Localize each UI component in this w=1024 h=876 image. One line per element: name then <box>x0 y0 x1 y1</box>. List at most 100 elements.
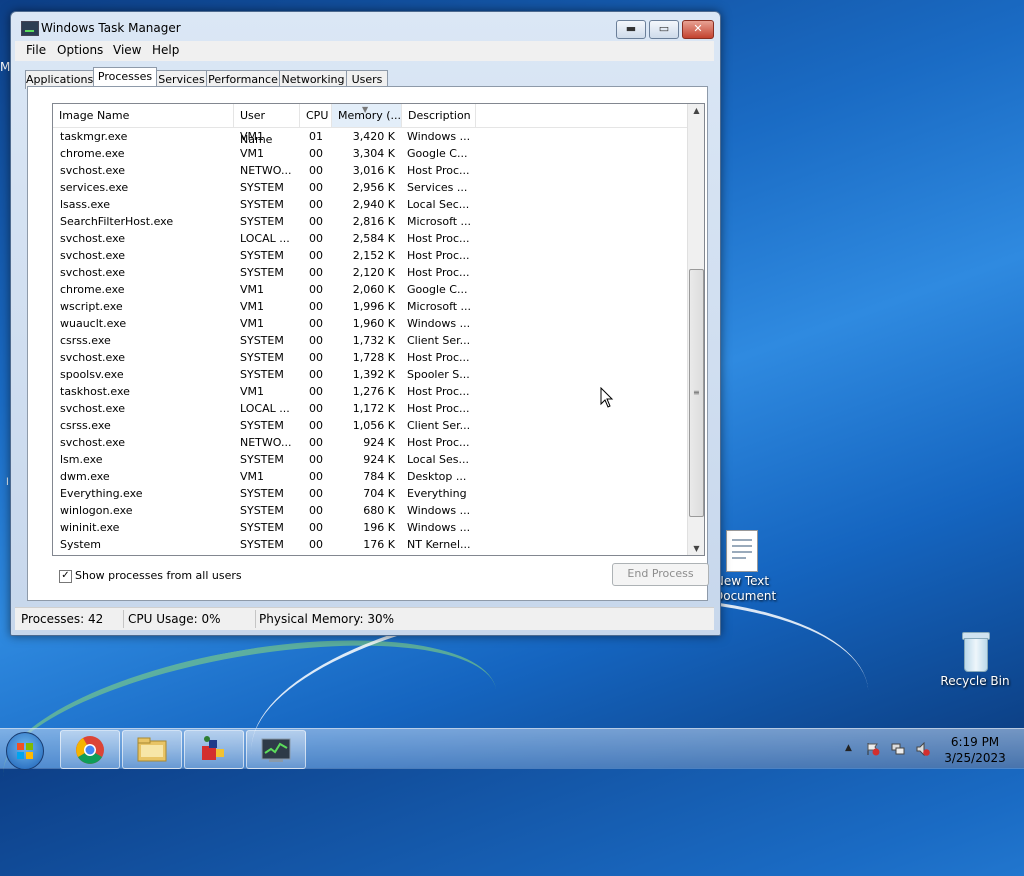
scroll-up-arrow-icon[interactable]: ▲ <box>688 106 704 115</box>
process-memory: 3,304 K <box>352 147 395 160</box>
menu-options[interactable]: Options <box>57 43 103 57</box>
minimize-button[interactable]: ▬ <box>616 20 646 39</box>
table-row[interactable]: chrome.exe VM1 00 2,060 K Google C... <box>53 281 687 298</box>
process-user-name: SYSTEM <box>240 419 284 432</box>
process-memory: 784 K <box>363 470 395 483</box>
menu-view[interactable]: View <box>113 43 141 57</box>
table-row[interactable]: wscript.exe VM1 00 1,996 K Microsoft ... <box>53 298 687 315</box>
scroll-thumb[interactable]: ≡ <box>689 269 704 517</box>
table-row[interactable]: csrss.exe SYSTEM 00 1,056 K Client Ser... <box>53 417 687 434</box>
process-memory: 1,056 K <box>352 419 395 432</box>
table-row[interactable]: SearchFilterHost.exe SYSTEM 00 2,816 K Micro… <box>53 213 687 230</box>
process-memory: 2,152 K <box>352 249 395 262</box>
action-center-flag-icon[interactable] <box>866 742 880 756</box>
table-row[interactable]: svchost.exe SYSTEM 00 2,120 K Host Proc... <box>53 264 687 281</box>
table-row[interactable]: services.exe SYSTEM 00 2,956 K Services ... <box>53 179 687 196</box>
table-row[interactable]: chrome.exe VM1 00 3,304 K Google C... <box>53 145 687 162</box>
taskbar-explorer[interactable] <box>122 730 182 769</box>
process-image-name: wininit.exe <box>60 521 120 534</box>
table-row[interactable]: dwm.exe VM1 00 784 K Desktop ... <box>53 468 687 485</box>
process-list[interactable]: Image Name User Name CPU ▼ Memory (... D… <box>52 103 705 556</box>
process-rows: taskmgr.exe VM1 01 3,420 K Windows ... chrome… <box>53 128 687 553</box>
table-row[interactable]: svchost.exe NETWO... 00 924 K Host Proc... <box>53 434 687 451</box>
process-user-name: LOCAL ... <box>240 402 290 415</box>
process-cpu: 00 <box>309 232 323 245</box>
table-row[interactable]: svchost.exe SYSTEM 00 2,152 K Host Proc... <box>53 247 687 264</box>
column-cpu[interactable]: CPU <box>300 104 332 127</box>
process-cpu: 01 <box>309 130 323 143</box>
process-image-name: csrss.exe <box>60 334 111 347</box>
status-cpu-usage: CPU Usage: 0% <box>128 612 221 626</box>
process-description: Host Proc... <box>407 249 470 262</box>
process-description: Host Proc... <box>407 232 470 245</box>
process-user-name: SYSTEM <box>240 266 284 279</box>
table-row[interactable]: svchost.exe LOCAL ... 00 2,584 K Host Proc..… <box>53 230 687 247</box>
process-cpu: 00 <box>309 487 323 500</box>
table-row[interactable]: System SYSTEM 00 176 K NT Kernel... <box>53 536 687 553</box>
process-image-name: chrome.exe <box>60 147 125 160</box>
list-header: Image Name User Name CPU ▼ Memory (... D… <box>53 104 687 146</box>
tray-show-hidden-icons[interactable]: ▲ <box>845 743 852 753</box>
table-row[interactable]: Everything.exe SYSTEM 00 704 K Everything <box>53 485 687 502</box>
column-memory-label: Memory (... <box>338 109 402 122</box>
process-user-name: SYSTEM <box>240 181 284 194</box>
recycle-bin-icon <box>960 632 990 672</box>
status-divider <box>255 610 256 628</box>
table-row[interactable]: wininit.exe SYSTEM 00 196 K Windows ... <box>53 519 687 536</box>
process-user-name: VM1 <box>240 130 265 143</box>
taskbar-task-manager[interactable] <box>246 730 306 769</box>
process-user-name: SYSTEM <box>240 538 284 551</box>
show-all-users-checkbox[interactable]: ✓ <box>59 570 72 583</box>
column-description[interactable]: Description <box>402 104 476 127</box>
task-manager-icon <box>261 738 291 762</box>
task-manager-window[interactable]: Windows Task Manager ▬ ▭ ✕ File Options … <box>10 11 721 636</box>
title-bar[interactable]: Windows Task Manager ▬ ▭ ✕ <box>11 12 720 42</box>
network-icon[interactable] <box>891 742 905 756</box>
process-user-name: VM1 <box>240 147 265 160</box>
status-divider <box>123 610 124 628</box>
column-image-name[interactable]: Image Name <box>53 104 234 127</box>
process-cpu: 00 <box>309 147 323 160</box>
menu-help[interactable]: Help <box>152 43 179 57</box>
process-cpu: 00 <box>309 385 323 398</box>
table-row[interactable]: taskmgr.exe VM1 01 3,420 K Windows ... <box>53 128 687 145</box>
taskbar-app-blocks[interactable] <box>184 730 244 769</box>
table-row[interactable]: winlogon.exe SYSTEM 00 680 K Windows ... <box>53 502 687 519</box>
start-button[interactable] <box>6 732 44 770</box>
table-row[interactable]: svchost.exe SYSTEM 00 1,728 K Host Proc... <box>53 349 687 366</box>
process-description: Host Proc... <box>407 266 470 279</box>
show-all-users-label: Show processes from all users <box>75 569 242 582</box>
table-row[interactable]: spoolsv.exe SYSTEM 00 1,392 K Spooler S... <box>53 366 687 383</box>
column-memory[interactable]: ▼ Memory (... <box>332 104 402 127</box>
process-user-name: SYSTEM <box>240 334 284 347</box>
process-image-name: spoolsv.exe <box>60 368 124 381</box>
process-memory: 704 K <box>363 487 395 500</box>
table-row[interactable]: svchost.exe NETWO... 00 3,016 K Host Proc... <box>53 162 687 179</box>
process-user-name: SYSTEM <box>240 453 284 466</box>
volume-muted-icon[interactable] <box>916 741 930 757</box>
close-button[interactable]: ✕ <box>682 20 714 39</box>
table-row[interactable]: lsm.exe SYSTEM 00 924 K Local Ses... <box>53 451 687 468</box>
process-user-name: SYSTEM <box>240 504 284 517</box>
end-process-button[interactable]: End Process <box>612 563 709 586</box>
taskbar-clock[interactable]: 6:19 PM 3/25/2023 <box>940 734 1010 766</box>
table-row[interactable]: lsass.exe SYSTEM 00 2,940 K Local Sec... <box>53 196 687 213</box>
scroll-down-arrow-icon[interactable]: ▼ <box>688 544 704 553</box>
column-user-name[interactable]: User Name <box>234 104 300 146</box>
vertical-scrollbar[interactable]: ▲ ≡ ▼ <box>687 104 704 555</box>
table-row[interactable]: csrss.exe SYSTEM 00 1,732 K Client Ser... <box>53 332 687 349</box>
process-memory: 1,960 K <box>352 317 395 330</box>
table-row[interactable]: wuauclt.exe VM1 00 1,960 K Windows ... <box>53 315 687 332</box>
table-row[interactable]: svchost.exe LOCAL ... 00 1,172 K Host Proc..… <box>53 400 687 417</box>
process-cpu: 00 <box>309 266 323 279</box>
desktop-icon-recycle-bin[interactable]: Recycle Bin <box>940 632 1010 688</box>
process-description: Windows ... <box>407 317 471 330</box>
taskbar-chrome[interactable] <box>60 730 120 769</box>
status-processes: Processes: 42 <box>21 612 104 626</box>
table-row[interactable]: taskhost.exe VM1 00 1,276 K Host Proc... <box>53 383 687 400</box>
status-physical-memory: Physical Memory: 30% <box>259 612 395 626</box>
desktop-icon-new-text-document[interactable]: New Text Document <box>714 530 776 604</box>
maximize-button[interactable]: ▭ <box>649 20 679 39</box>
process-description: Spooler S... <box>407 368 470 381</box>
menu-file[interactable]: File <box>26 43 46 57</box>
